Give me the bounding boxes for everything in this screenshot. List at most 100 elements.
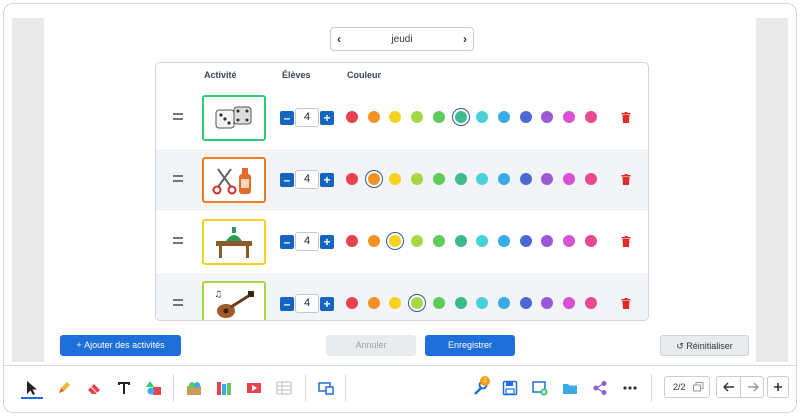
color-swatch[interactable] (454, 297, 467, 309)
color-swatch[interactable] (519, 297, 532, 309)
color-swatch[interactable] (563, 235, 575, 247)
trash-icon[interactable] (621, 112, 631, 123)
color-swatch[interactable] (346, 235, 358, 247)
trash-icon[interactable] (621, 298, 631, 309)
activity-thumbnail[interactable]: ♫ (202, 281, 266, 320)
color-swatch[interactable] (584, 111, 597, 123)
color-swatch[interactable] (476, 297, 489, 309)
eraser-icon[interactable] (84, 378, 104, 398)
color-swatch[interactable] (584, 297, 597, 309)
color-swatch[interactable] (476, 111, 489, 123)
color-swatch[interactable] (519, 111, 532, 123)
drag-handle-icon[interactable] (173, 237, 183, 244)
color-swatch[interactable] (367, 111, 380, 123)
color-swatch[interactable] (519, 235, 532, 247)
activity-thumbnail[interactable] (202, 95, 266, 141)
color-swatch[interactable] (367, 297, 380, 309)
color-swatch[interactable] (497, 111, 510, 123)
pencil-icon[interactable] (54, 378, 74, 398)
plus-button[interactable]: + (320, 172, 334, 187)
plus-icon: + (76, 340, 85, 350)
color-swatch[interactable] (346, 297, 358, 309)
color-swatch[interactable] (389, 297, 402, 309)
chevron-left-icon[interactable]: ‹ (337, 33, 341, 45)
color-swatch[interactable] (563, 173, 575, 185)
color-swatch[interactable] (454, 235, 467, 247)
video-icon[interactable] (244, 378, 264, 398)
folder-icon[interactable] (560, 378, 580, 398)
color-swatch[interactable] (432, 111, 445, 123)
color-swatch[interactable] (497, 173, 510, 185)
activity-thumbnail[interactable] (202, 219, 266, 265)
color-swatch[interactable] (367, 235, 380, 247)
color-swatch[interactable] (432, 173, 445, 185)
drag-handle-icon[interactable] (173, 113, 183, 120)
color-swatch[interactable] (389, 173, 402, 185)
trash-icon[interactable] (621, 174, 631, 185)
color-swatch[interactable] (541, 297, 554, 309)
media-icon[interactable] (184, 378, 204, 398)
page-indicator[interactable]: 2/2 (664, 376, 710, 398)
text-icon[interactable] (114, 378, 134, 398)
previous-page-button[interactable] (717, 377, 741, 397)
color-swatch[interactable] (563, 111, 575, 123)
color-swatch[interactable] (432, 235, 445, 247)
minus-button[interactable]: – (280, 234, 294, 249)
minus-button[interactable]: – (280, 172, 294, 187)
more-icon[interactable] (620, 378, 640, 398)
plus-button[interactable]: + (320, 110, 334, 125)
shapes-icon[interactable] (144, 378, 164, 398)
color-swatch[interactable] (541, 173, 554, 185)
students-count[interactable]: 4 (295, 108, 319, 127)
color-swatch[interactable] (389, 111, 402, 123)
color-swatch[interactable] (476, 235, 489, 247)
color-swatch[interactable] (541, 111, 554, 123)
chevron-right-icon[interactable]: › (463, 33, 467, 45)
students-count[interactable]: 4 (295, 170, 319, 189)
activity-thumbnail[interactable] (202, 157, 266, 203)
color-swatch[interactable] (584, 235, 597, 247)
save-button[interactable]: Enregistrer (425, 335, 515, 356)
save-icon[interactable] (500, 378, 520, 398)
plus-button[interactable]: + (320, 234, 334, 249)
library-icon[interactable] (214, 378, 234, 398)
color-swatch[interactable] (584, 173, 597, 185)
color-swatch[interactable] (411, 111, 424, 123)
screen-icon[interactable] (316, 378, 336, 398)
plus-button[interactable]: + (320, 296, 334, 311)
color-swatch[interactable] (519, 173, 532, 185)
minus-button[interactable]: – (280, 110, 294, 125)
color-swatch[interactable] (497, 235, 510, 247)
color-swatch[interactable] (497, 297, 510, 309)
drag-handle-icon[interactable] (173, 175, 183, 182)
color-swatch[interactable] (563, 297, 575, 309)
share-icon[interactable] (590, 378, 610, 398)
color-swatch[interactable] (411, 235, 424, 247)
drag-handle-icon[interactable] (173, 299, 183, 306)
dice-icon (215, 106, 252, 129)
color-swatch[interactable] (432, 297, 445, 309)
color-swatch[interactable] (389, 235, 402, 247)
color-swatch[interactable] (346, 111, 358, 123)
students-stepper: – 4 + (280, 108, 334, 127)
add-activities-button[interactable]: + Ajouter des activités (60, 335, 181, 356)
reset-button[interactable]: ↺ Réinitialiser (660, 335, 749, 356)
color-swatch[interactable] (476, 173, 489, 185)
minus-button[interactable]: – (280, 296, 294, 311)
color-swatch[interactable] (541, 235, 554, 247)
grid-icon[interactable] (274, 378, 294, 398)
color-swatch[interactable] (411, 297, 424, 309)
trash-icon[interactable] (621, 236, 631, 247)
pointer-icon[interactable] (22, 378, 42, 398)
cancel-button[interactable]: Annuler (326, 335, 416, 356)
students-count[interactable]: 4 (295, 232, 319, 251)
color-swatch[interactable] (454, 111, 467, 123)
add-screen-icon[interactable] (530, 378, 550, 398)
add-page-button[interactable] (767, 376, 789, 398)
color-swatch[interactable] (346, 173, 358, 185)
students-count[interactable]: 4 (295, 294, 319, 313)
color-swatch[interactable] (454, 173, 467, 185)
color-swatch[interactable] (367, 173, 380, 185)
color-swatch[interactable] (411, 173, 424, 185)
next-page-button[interactable] (740, 377, 764, 397)
